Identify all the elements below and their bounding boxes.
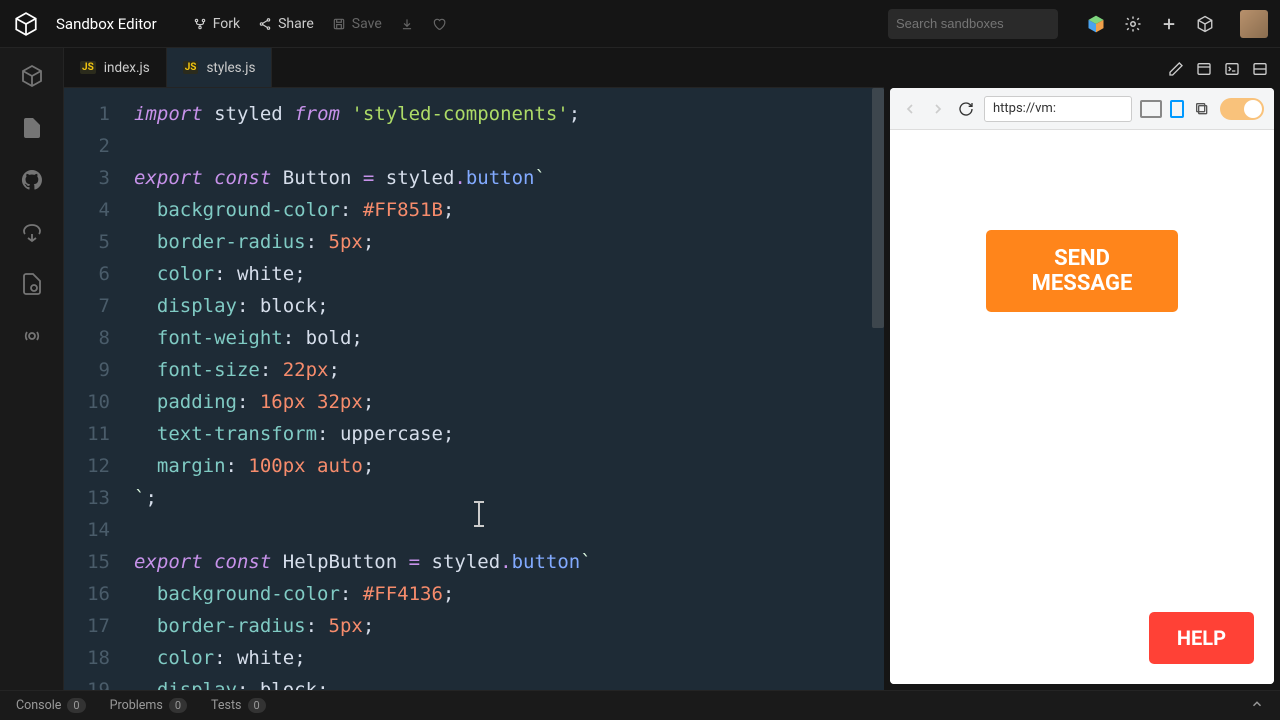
open-external-button[interactable] <box>1192 99 1212 119</box>
share-button[interactable]: Share <box>258 16 314 32</box>
config-icon[interactable] <box>20 272 44 300</box>
deploy-icon[interactable] <box>20 220 44 248</box>
github-icon[interactable] <box>20 168 44 196</box>
preview-body: SEND MESSAGE HELP <box>890 130 1274 684</box>
sandbox-info-icon[interactable] <box>20 64 44 92</box>
js-file-icon: JS <box>80 61 96 74</box>
gear-icon[interactable] <box>1124 15 1142 33</box>
activity-bar <box>0 48 64 690</box>
browser-bar: https://vm: <box>890 88 1274 130</box>
cube-colored-icon[interactable] <box>1086 14 1106 34</box>
scrollbar[interactable] <box>872 88 884 690</box>
download-button[interactable] <box>400 17 414 31</box>
forward-button[interactable] <box>928 99 948 119</box>
editor-tabs: JS index.js JS styles.js <box>64 48 884 88</box>
tablet-viewport-button[interactable] <box>1170 100 1184 118</box>
like-button[interactable] <box>432 17 446 31</box>
auto-reload-toggle[interactable] <box>1220 98 1264 120</box>
url-field[interactable]: https://vm: <box>984 96 1132 122</box>
bottom-panel-tabs: Console 0 Problems 0 Tests 0 <box>0 690 1280 720</box>
fork-button[interactable]: Fork <box>193 16 240 32</box>
window-icon[interactable] <box>1196 61 1212 81</box>
chevron-up-icon[interactable] <box>1250 697 1264 715</box>
desktop-viewport-button[interactable] <box>1140 100 1162 118</box>
preview-panel: https://vm: SEND MESSAGE HELP <box>890 88 1274 684</box>
terminal-icon[interactable] <box>1224 61 1240 81</box>
preview-toolbar <box>890 54 1274 88</box>
search-input[interactable] <box>888 9 1058 39</box>
console-tab[interactable]: Console 0 <box>16 698 86 713</box>
back-button[interactable] <box>900 99 920 119</box>
live-icon[interactable] <box>20 324 44 352</box>
explorer-icon[interactable] <box>20 116 44 144</box>
tab-styles-js[interactable]: JS styles.js <box>167 48 273 87</box>
app-title: Sandbox Editor <box>56 15 157 33</box>
send-message-button[interactable]: SEND MESSAGE <box>986 230 1178 312</box>
layout-icon[interactable] <box>1252 61 1268 81</box>
save-button[interactable]: Save <box>332 16 382 32</box>
help-button[interactable]: HELP <box>1149 612 1254 664</box>
problems-tab[interactable]: Problems 0 <box>110 698 187 713</box>
plus-icon[interactable] <box>1160 15 1178 33</box>
code-editor[interactable]: 1import styled from 'styled-components';… <box>64 88 884 690</box>
text-cursor-icon <box>478 501 480 527</box>
logo-icon[interactable] <box>12 10 40 38</box>
avatar[interactable] <box>1240 10 1268 38</box>
tab-index-js[interactable]: JS index.js <box>64 48 167 87</box>
js-file-icon: JS <box>183 61 199 74</box>
topbar: Sandbox Editor Fork Share Save <box>0 0 1280 48</box>
cube-icon[interactable] <box>1196 15 1214 33</box>
reload-button[interactable] <box>956 99 976 119</box>
pencil-icon[interactable] <box>1168 61 1184 81</box>
tests-tab[interactable]: Tests 0 <box>211 698 266 713</box>
